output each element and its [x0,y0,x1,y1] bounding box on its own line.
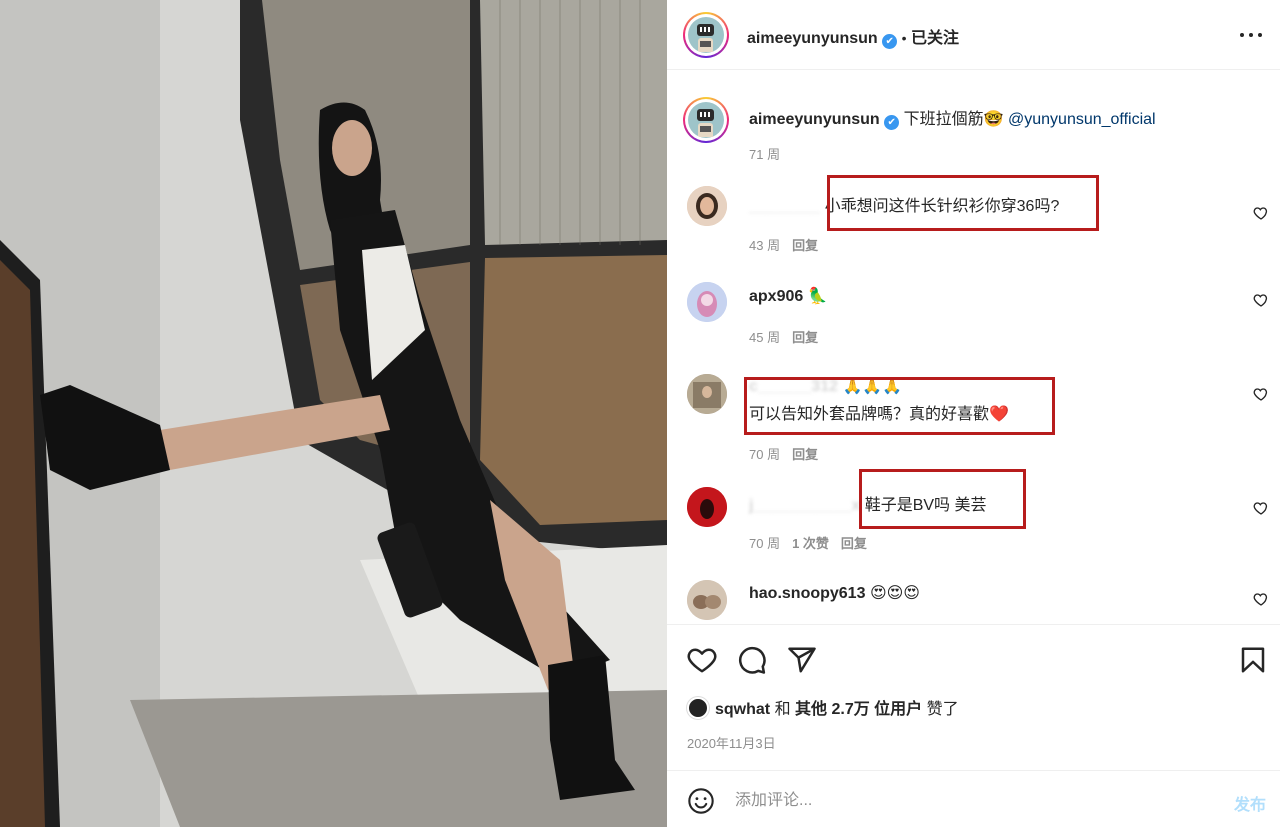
caption-age[interactable]: 71 周 [749,144,780,163]
comment-likes-count[interactable]: 1 次赞 [792,536,829,551]
comment-meta: 70 周 1 次赞 回复 [749,533,867,552]
caption-text: 下班拉個筋🤓 [903,111,1004,128]
comment-row: apx906 🦜 45 周回复 [667,268,1280,348]
comment-age[interactable]: 43 周 [749,238,780,253]
commenter-avatar[interactable] [687,374,727,414]
post-button[interactable]: 发布 [1234,791,1266,815]
comment-meta: 43 周回复 [749,235,818,254]
caption: aimeeyunyunsun ✔ 下班拉個筋🤓 @yunyunsun_offic… [667,87,1280,167]
comment-like-heart-icon[interactable] [1253,386,1269,402]
reply-button[interactable]: 回复 [792,238,818,253]
comments-list[interactable]: aimeeyunyunsun ✔ 下班拉個筋🤓 @yunyunsun_offic… [667,71,1280,624]
likes-summary: sqwhat 和 其他 2.7万 位用户 赞了 [687,695,959,719]
highlight-box [744,377,1055,435]
comment-meta: 45 周回复 [749,327,818,346]
header-username[interactable]: aimeeyunyunsun [747,30,878,47]
caption-text-line: aimeeyunyunsun ✔ 下班拉個筋🤓 @yunyunsun_offic… [749,105,1156,130]
post-date[interactable]: 2020年11月3日 [687,733,776,752]
comment-text: 😍😍😍 [869,585,920,602]
reply-button[interactable]: 回复 [792,330,818,345]
comment-like-heart-icon[interactable] [1253,591,1269,607]
comment-line: apx906 🦜 [749,286,828,306]
post-panel: aimeeyunyunsun ✔ • 已关注 aimeeyunyunsun ✔ … [667,0,1280,827]
commenter-avatar[interactable] [687,186,727,226]
comment-like-heart-icon[interactable] [1253,292,1269,308]
comment-age[interactable]: 45 周 [749,330,780,345]
comment-like-heart-icon[interactable] [1253,500,1269,516]
comment-username[interactable]: apx906 [749,288,803,305]
post-photo[interactable] [0,0,667,827]
comment-username[interactable]: ________ [749,198,820,215]
post-header: aimeeyunyunsun ✔ • 已关注 [667,0,1280,70]
liker-avatar[interactable] [687,697,709,719]
commenter-avatar[interactable] [687,580,727,620]
send-icon[interactable] [787,645,817,675]
header-separator: • [901,30,907,46]
bookmark-icon[interactable] [1238,645,1268,675]
comment-like-heart-icon[interactable] [1253,205,1269,221]
follow-button[interactable]: 已关注 [911,30,959,47]
heart-icon[interactable] [687,645,717,675]
header-user-line: aimeeyunyunsun ✔ • 已关注 [747,24,959,49]
reply-button[interactable]: 回复 [841,536,867,551]
likes-liked: 赞了 [926,701,959,718]
comment-username[interactable]: hao.snoopy613 [749,585,865,602]
comment-age[interactable]: 70 周 [749,447,780,462]
caption-mention[interactable]: @yunyunsun_official [1008,111,1156,128]
comment-bar: 发布 [667,770,1280,827]
post-image [0,0,667,827]
verified-icon: ✔ [884,115,900,130]
action-bar: sqwhat 和 其他 2.7万 位用户 赞了 2020年11月3日 [667,624,1280,764]
emoji-icon[interactable] [687,787,715,815]
caption-username[interactable]: aimeeyunyunsun [749,111,880,128]
comment-text: 🦜 [807,288,828,305]
highlight-box [827,175,1099,231]
comment-username[interactable]: j___________x [749,497,860,514]
comment-icon[interactable] [737,645,767,675]
liker-username[interactable]: sqwhat [715,701,770,718]
verified-icon: ✔ [882,34,898,49]
likes-others[interactable]: 其他 2.7万 位用户 [795,701,922,718]
commenter-avatar[interactable] [687,487,727,527]
comment-row: hao.snoopy613 😍😍😍 [667,571,1280,624]
more-horizontal-icon[interactable] [1240,24,1262,46]
caption-avatar[interactable] [683,97,729,143]
comment-input[interactable] [735,789,1195,813]
comment-meta: 70 周回复 [749,444,818,463]
comment-age[interactable]: 70 周 [749,536,780,551]
highlight-box [859,469,1026,529]
reply-button[interactable]: 回复 [792,447,818,462]
author-avatar[interactable] [683,12,729,58]
likes-and: 和 [774,701,791,718]
commenter-avatar[interactable] [687,282,727,322]
comment-line: hao.snoopy613 😍😍😍 [749,583,920,603]
